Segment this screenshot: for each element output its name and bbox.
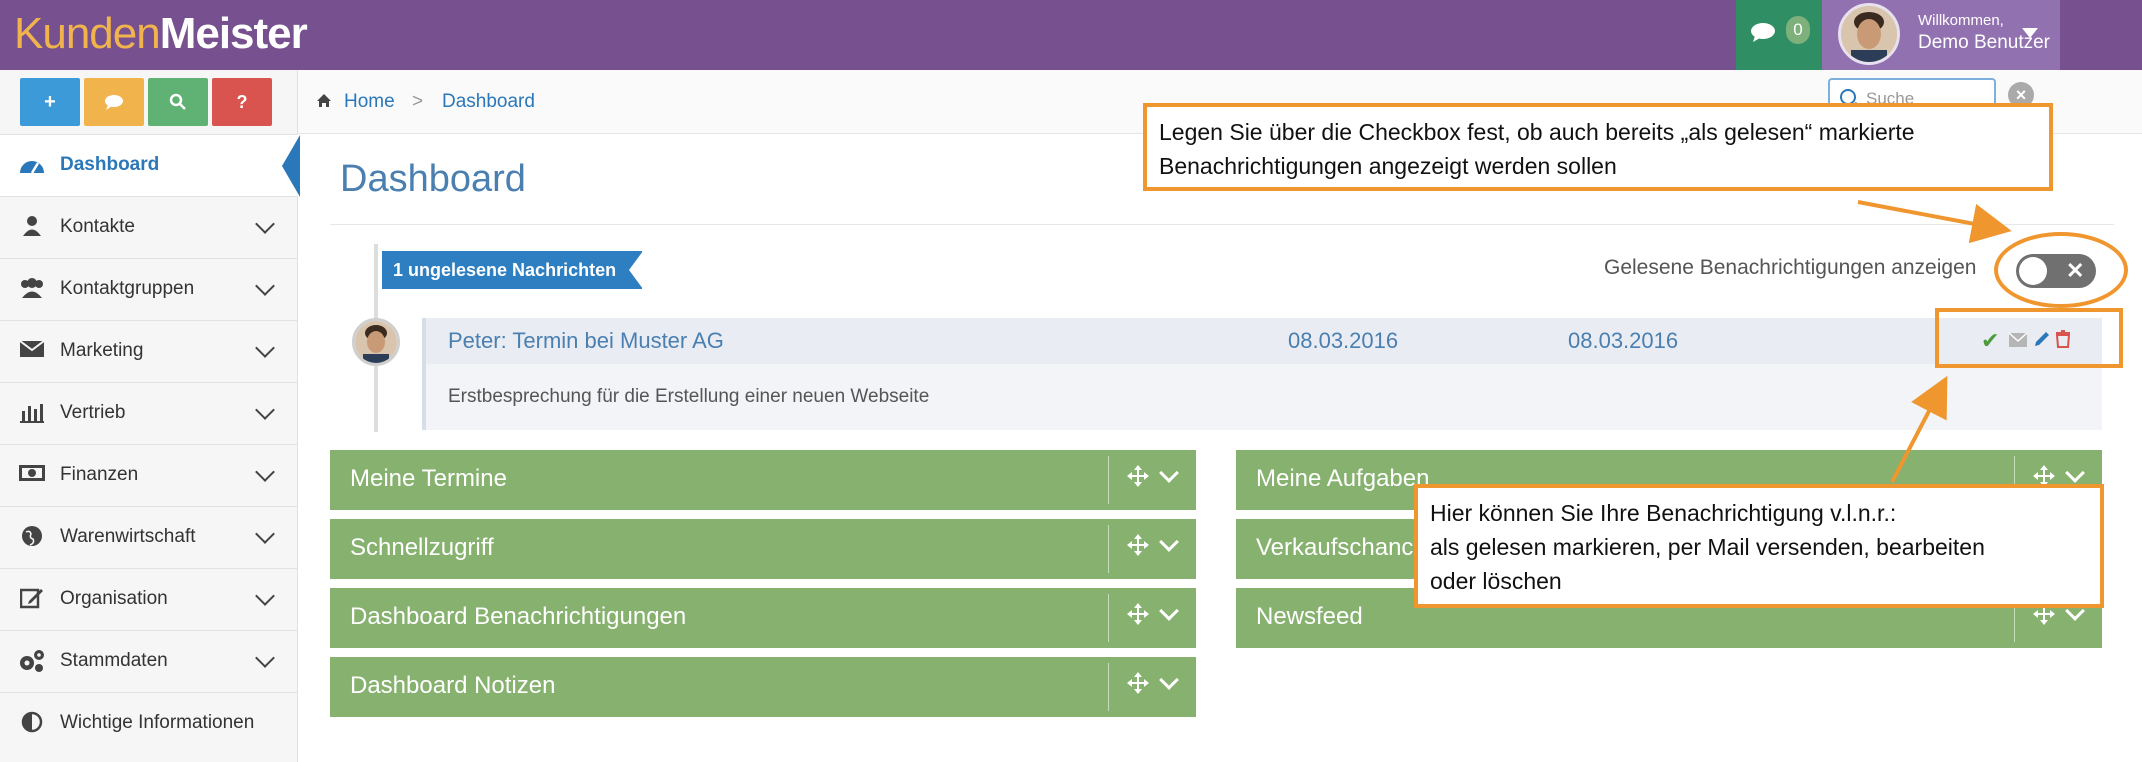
annotation-arrows — [1857, 200, 2012, 483]
arrow-to-toggle — [1857, 200, 2012, 244]
arrow-to-actions — [1890, 375, 1948, 483]
